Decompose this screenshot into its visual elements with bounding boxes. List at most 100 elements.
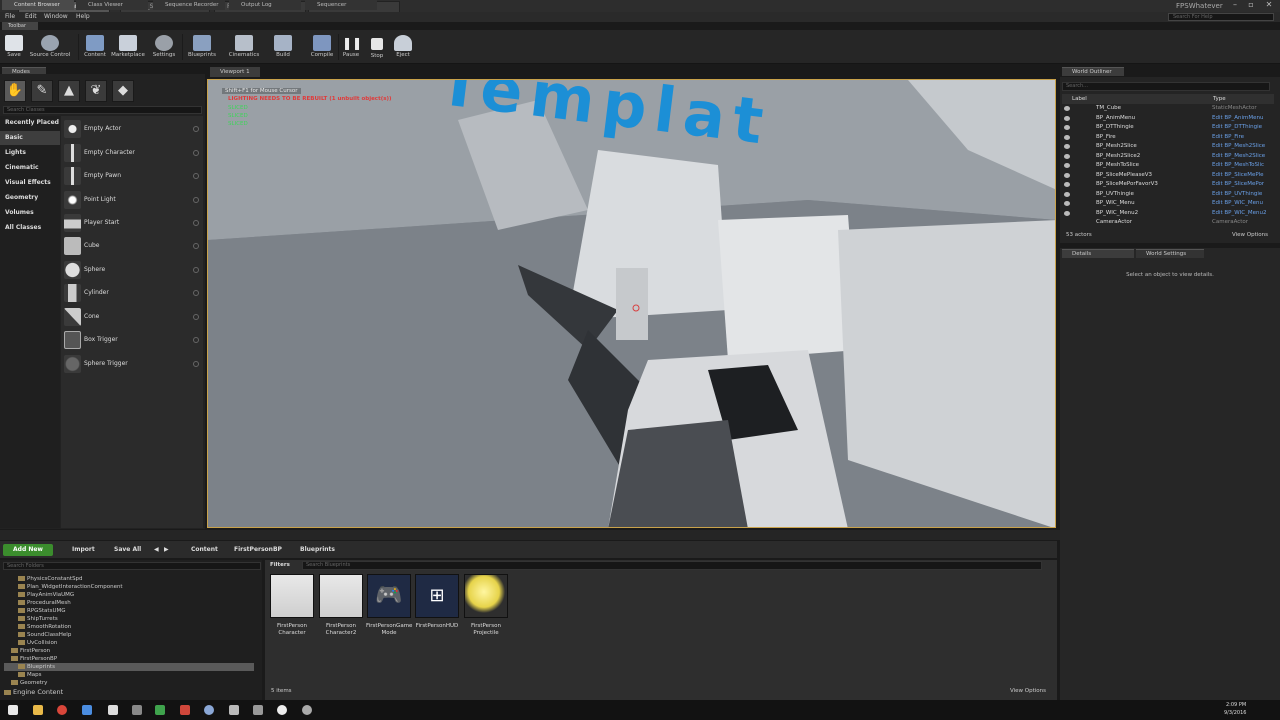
place-empty-character[interactable]: Empty Character (61, 142, 203, 164)
outliner-search-input[interactable]: Search... (1062, 82, 1270, 91)
category-lights[interactable]: Lights (0, 146, 60, 160)
unreal-taskbar-icon[interactable] (277, 705, 287, 715)
menu-help[interactable]: Help (76, 12, 90, 22)
asset-tile[interactable]: 🎮 FirstPersonGame Mode (366, 574, 412, 640)
breadcrumb-firstpersonbp[interactable]: FirstPersonBP (234, 544, 282, 556)
eye-icon[interactable] (1064, 153, 1070, 159)
outliner-tab[interactable]: World Outliner (1062, 67, 1124, 76)
folder-item[interactable]: UvCollision (18, 639, 57, 647)
eye-icon[interactable] (1064, 210, 1070, 216)
outliner-row[interactable]: BP_SliceMePleaseV3 Edit BP_SliceMePle (1062, 171, 1272, 181)
outliner-row[interactable]: BP_UVThingie Edit BP_UVThingie (1062, 190, 1272, 200)
eye-icon[interactable] (1064, 172, 1070, 178)
folder-item[interactable]: FirstPersonBP (11, 655, 57, 663)
tab-sequencer[interactable]: Sequencer (305, 0, 377, 10)
eject-button[interactable]: Eject (392, 32, 414, 63)
asset-tile[interactable]: FirstPerson Projectile (463, 574, 509, 640)
category-geometry[interactable]: Geometry (0, 191, 60, 205)
place-mode-icon[interactable]: ✋ (4, 80, 26, 102)
level-viewport[interactable]: Templat Shift+F1 for Mouse Cursor LIGHTI… (207, 79, 1056, 528)
eye-icon[interactable] (1064, 201, 1070, 206)
chrome-icon[interactable] (57, 705, 67, 715)
foliage-mode-icon[interactable]: ❦ (85, 80, 107, 102)
folder-item[interactable]: Plan_WidgetInteractionComponent (18, 583, 123, 591)
content-button[interactable]: Content (82, 32, 108, 63)
minimize-icon[interactable]: – (1228, 0, 1242, 10)
place-cylinder[interactable]: Cylinder (61, 282, 203, 304)
build-button[interactable]: Build (270, 32, 296, 63)
place-cube[interactable]: Cube (61, 235, 203, 257)
app-icon[interactable] (302, 705, 312, 715)
outliner-row[interactable]: BP_AnimMenu Edit BP_AnimMenu (1062, 114, 1272, 124)
save-all-button[interactable]: Save All (114, 544, 141, 556)
maximize-icon[interactable]: ▫ (1244, 0, 1258, 10)
paint-mode-icon[interactable]: ✎ (31, 80, 53, 102)
folder-item[interactable]: SoundClassHelp (18, 631, 71, 639)
details-tab[interactable]: Details (1062, 249, 1134, 258)
search-folders-input[interactable]: Search Folders (3, 562, 261, 570)
landscape-mode-icon[interactable]: ▲ (58, 80, 80, 102)
category-cinematic[interactable]: Cinematic (0, 161, 60, 175)
outliner-row[interactable]: CameraActor CameraActor (1062, 218, 1272, 228)
app-icon[interactable] (132, 705, 142, 715)
outliner-row[interactable]: BP_Mesh2Slice Edit BP_Mesh2Slice (1062, 142, 1272, 152)
eye-icon[interactable] (1064, 134, 1070, 140)
menu-edit[interactable]: Edit (25, 12, 37, 22)
outliner-row[interactable]: TM_Cube StaticMeshActor (1062, 104, 1272, 114)
folder-item[interactable]: ShipTurrets (18, 615, 58, 623)
eye-icon[interactable] (1064, 144, 1070, 149)
import-button[interactable]: Import (72, 544, 95, 556)
marketplace-button[interactable]: Marketplace (110, 32, 146, 63)
category-all-classes[interactable]: All Classes (0, 221, 60, 235)
filters-button[interactable]: Filters (270, 561, 300, 570)
tab-sequence-recorder[interactable]: Sequence Recorder (153, 0, 225, 10)
menu-file[interactable]: File (5, 12, 15, 22)
add-new-button[interactable]: Add New (3, 544, 53, 556)
folder-item[interactable]: PlayAnimViaUMG (18, 591, 74, 599)
outliner-view-options[interactable]: View Options (1232, 232, 1268, 238)
folder-item[interactable]: PhysicsConstantSpd (18, 575, 83, 583)
col-type-header[interactable]: Type (1213, 94, 1226, 104)
place-box-trigger[interactable]: Box Trigger (61, 329, 203, 351)
place-cone[interactable]: Cone (61, 306, 203, 328)
category-basic[interactable]: Basic (0, 131, 60, 145)
app-icon[interactable] (204, 705, 214, 715)
col-label-header[interactable]: Label (1072, 94, 1087, 104)
place-empty-pawn[interactable]: Empty Pawn (61, 165, 203, 187)
outliner-row[interactable]: BP_WIC_Menu Edit BP_WIC_Menu (1062, 199, 1272, 209)
tab-content-browser[interactable]: Content Browser (2, 0, 74, 10)
close-icon[interactable]: ✕ (1262, 0, 1276, 10)
app-icon[interactable] (82, 705, 92, 715)
outliner-row[interactable]: BP_SliceMePorFavorV3 Edit BP_SliceMePor (1062, 180, 1272, 190)
forward-icon[interactable]: ▶ (164, 544, 169, 556)
category-visual-effects[interactable]: Visual Effects (0, 176, 60, 190)
category-recently-placed[interactable]: Recently Placed (0, 116, 60, 130)
place-sphere[interactable]: Sphere (61, 259, 203, 281)
folder-item[interactable]: FirstPerson (11, 647, 50, 655)
app-icon[interactable] (180, 705, 190, 715)
app-icon[interactable] (253, 705, 263, 715)
folder-item[interactable]: Engine Content (4, 688, 63, 696)
eye-icon[interactable] (1064, 115, 1070, 121)
outliner-row[interactable]: BP_Mesh2Slice2 Edit BP_Mesh2Slice (1062, 152, 1272, 162)
source-control-button[interactable]: Source Control (28, 32, 72, 63)
breadcrumb-blueprints[interactable]: Blueprints (300, 544, 335, 556)
file-explorer-icon[interactable] (33, 705, 43, 715)
world-settings-tab[interactable]: World Settings (1136, 249, 1204, 258)
folder-item[interactable]: ProceduralMesh (18, 599, 71, 607)
breadcrumb-content[interactable]: Content (191, 544, 218, 556)
tab-class-viewer[interactable]: Class Viewer (76, 0, 148, 10)
cinematics-button[interactable]: Cinematics (226, 32, 262, 63)
content-view-options[interactable]: View Options (1010, 688, 1046, 694)
app-icon[interactable] (108, 705, 118, 715)
outliner-row[interactable]: BP_WIC_Menu2 Edit BP_WIC_Menu2 (1062, 209, 1272, 219)
viewport-tab[interactable]: Viewport 1 (210, 67, 260, 77)
asset-tile[interactable]: FirstPerson Character (269, 574, 315, 640)
tab-output-log[interactable]: Output Log (229, 0, 301, 10)
folder-item-selected[interactable]: Blueprints (4, 663, 254, 671)
settings-button[interactable]: Settings (150, 32, 178, 63)
toolbar-tab[interactable]: Toolbar (2, 22, 38, 30)
place-sphere-trigger[interactable]: Sphere Trigger (61, 353, 203, 375)
asset-tile[interactable]: ⊞ FirstPersonHUD (414, 574, 460, 640)
place-empty-actor[interactable]: Empty Actor (61, 118, 203, 140)
